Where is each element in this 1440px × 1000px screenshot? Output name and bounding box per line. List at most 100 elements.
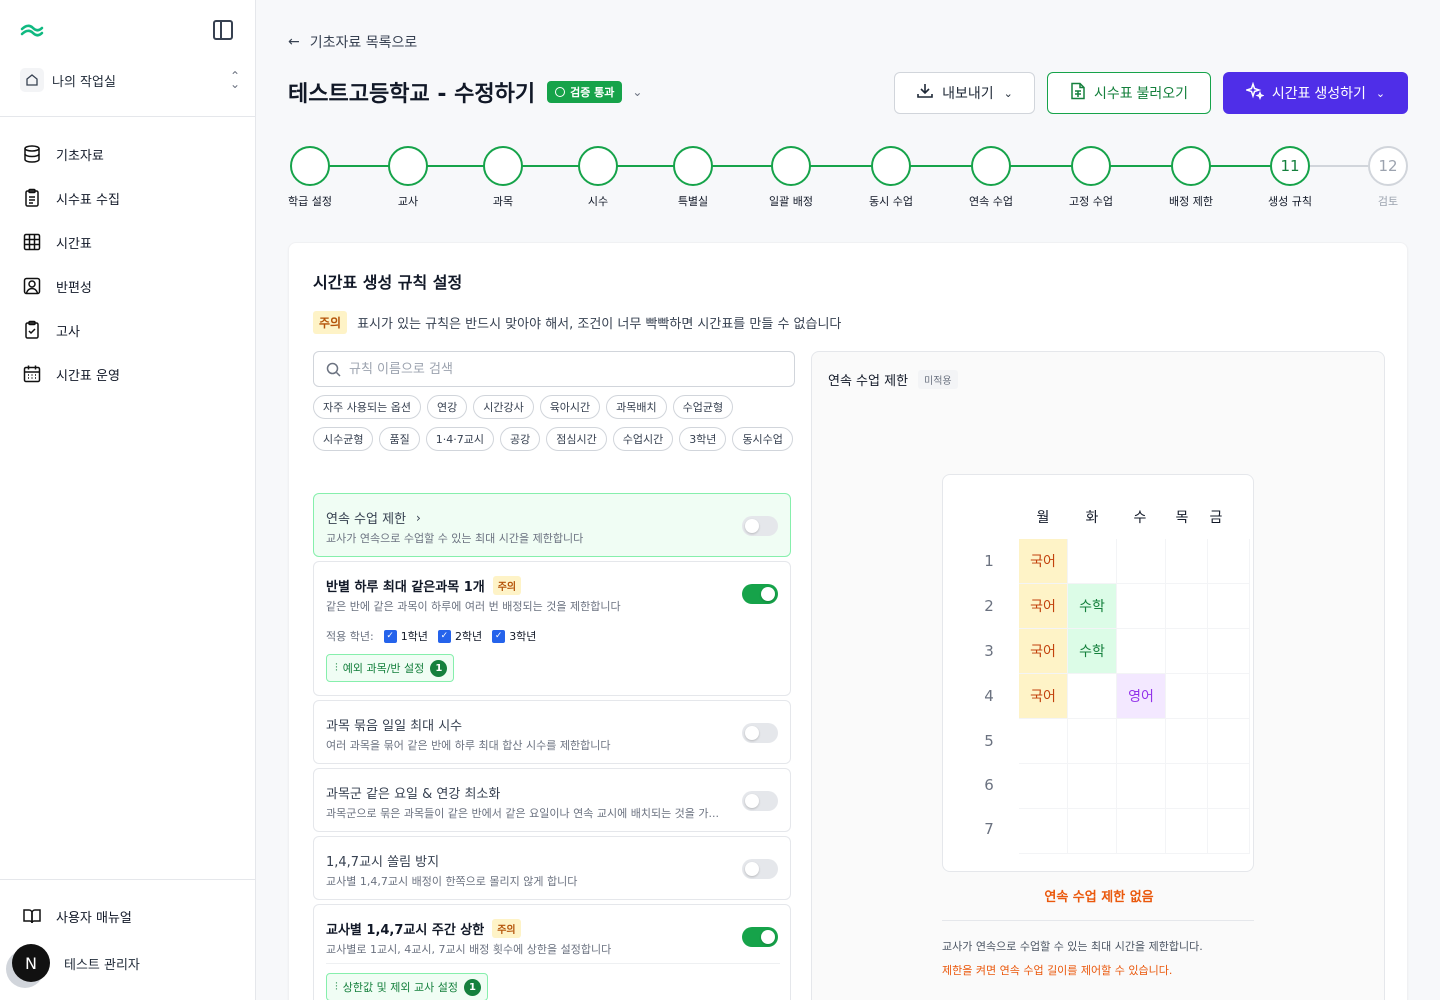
timetable-cell	[1068, 764, 1117, 809]
user-name: 테스트 관리자	[64, 957, 140, 973]
app-logo-icon[interactable]	[20, 20, 44, 40]
grade-checkbox[interactable]: ✓	[383, 629, 397, 643]
sidebar-item-timetable[interactable]: 시간표	[20, 220, 240, 264]
step-class-setup[interactable]: 학급 설정	[270, 146, 350, 209]
calendar-icon	[20, 362, 44, 386]
workspace-switcher[interactable]: 나의 작업실 ⌃ ⌄	[20, 64, 240, 96]
rule-toggle[interactable]	[742, 516, 778, 536]
section-title: 시간표 생성 규칙 설정	[313, 273, 463, 292]
exception-settings-label: 예외 과목/반 설정	[342, 662, 425, 675]
period-label: 2	[984, 597, 994, 615]
filter-chip[interactable]: 점심시간	[546, 427, 607, 451]
rule-item-subject-group-daily[interactable]: 과목 묶음 일일 최대 시수 여러 과목을 묶어 같은 반에 하루 최대 합산 …	[313, 700, 791, 764]
chevron-down-icon[interactable]: ⌄	[632, 85, 642, 99]
step-restrictions[interactable]: 배정 제한	[1151, 146, 1231, 209]
filter-chip[interactable]: 3학년	[679, 427, 727, 451]
notice: 주의 표시가 있는 규칙은 반드시 맞아야 해서, 조건이 너무 빡빡하면 시간…	[313, 311, 841, 334]
back-link[interactable]: ← 기초자료 목록으로	[288, 32, 417, 52]
exception-count-badge: 1	[463, 978, 481, 996]
rule-title-row: 연속 수업 제한 ›	[326, 508, 421, 528]
rule-title-row: 교사별 1,4,7교시 주간 상한 주의	[326, 919, 521, 938]
rules-card: 시간표 생성 규칙 설정 주의 표시가 있는 규칙은 반드시 맞아야 해서, 조…	[288, 242, 1408, 1000]
filter-chip[interactable]: 시간강사	[473, 395, 534, 419]
step-teachers[interactable]: 교사	[368, 146, 448, 209]
rule-toggle[interactable]	[742, 791, 778, 811]
rule-toggle[interactable]	[742, 584, 778, 604]
preview-title: 연속 수업 제한	[828, 374, 909, 389]
filter-chip[interactable]: 수업균형	[672, 395, 734, 419]
timetable-cell	[1201, 584, 1250, 629]
book-open-icon	[20, 904, 44, 928]
user-menu[interactable]: N 테스트 관리자	[12, 944, 140, 982]
workspace-name: 나의 작업실	[52, 74, 116, 90]
day-header: 월	[1036, 510, 1050, 526]
filter-chip[interactable]: 공강	[499, 427, 541, 451]
filter-chip[interactable]: 시수균형	[313, 427, 374, 451]
sidebar-item-hours-collect[interactable]: 시수표 수집	[20, 176, 240, 220]
period-label: 4	[984, 687, 994, 705]
sidebar-collapse-icon[interactable]	[213, 20, 233, 40]
grade-checkbox[interactable]: ✓	[437, 629, 451, 643]
step-label: 일괄 배정	[769, 195, 813, 208]
filter-chip[interactable]: 연강	[426, 395, 468, 419]
grades-label: 적용 학년:	[326, 630, 374, 643]
step-circle	[871, 146, 911, 186]
preview-hint: 제한을 켜면 연속 수업 길이를 제어할 수 있습니다.	[942, 964, 1173, 977]
step-generation-rules[interactable]: 11 생성 규칙	[1250, 146, 1330, 209]
filter-chip[interactable]: 동시수업	[732, 427, 793, 451]
export-button[interactable]: 내보내기 ⌄	[894, 72, 1035, 114]
filter-chip[interactable]: 수업시간	[612, 427, 674, 451]
grid-icon	[20, 230, 44, 254]
rule-toggle[interactable]	[742, 859, 778, 879]
sidebar-item-manual[interactable]: 사용자 매뉴얼	[20, 894, 240, 938]
rule-item-daily-same-subject[interactable]: 반별 하루 최대 같은과목 1개 주의 같은 반에 같은 과목이 하루에 여러 …	[313, 561, 791, 696]
filter-chip[interactable]: 1·4·7교시	[425, 427, 494, 451]
timetable-cell: 수학	[1068, 629, 1117, 674]
rule-search-input[interactable]	[349, 361, 749, 377]
sidebar-item-basic-data[interactable]: 기초자료	[20, 132, 240, 176]
step-label: 시수	[587, 195, 609, 208]
sidebar-nav: 기초자료 시수표 수집 시간표 반편성 고사 시간표 운영	[20, 132, 240, 396]
sidebar-item-timetable-ops[interactable]: 시간표 운영	[20, 352, 240, 396]
filter-chip[interactable]: 육아시간	[539, 395, 601, 419]
timetable-cell: 국어	[1019, 584, 1068, 629]
step-special-rooms[interactable]: 특별실	[653, 146, 733, 209]
step-bulk-assign[interactable]: 일괄 배정	[751, 146, 831, 209]
step-subjects[interactable]: 과목	[463, 146, 543, 209]
exception-settings-button[interactable]: ⫶ 예외 과목/반 설정 1	[326, 654, 455, 682]
rule-item-consecutive-limit[interactable]: 연속 수업 제한 › 교사가 연속으로 수업할 수 있는 최대 시간을 제한합니…	[313, 493, 791, 557]
step-simultaneous[interactable]: 동시 수업	[851, 146, 931, 209]
generate-timetable-button[interactable]: 시간표 생성하기 ⌄	[1223, 72, 1408, 114]
timetable-cell	[1068, 719, 1117, 764]
step-circle: 12	[1368, 146, 1408, 186]
step-consecutive[interactable]: 연속 수업	[951, 146, 1031, 209]
title-row: 테스트고등학교 - 수정하기 검증 통과 ⌄	[288, 76, 642, 108]
day-header: 금	[1209, 510, 1223, 526]
rule-item-147-weekly-cap[interactable]: 교사별 1,4,7교시 주간 상한 주의 교사별로 1교시, 4교시, 7교시 …	[313, 904, 791, 1000]
import-hours-button[interactable]: 시수표 불러오기	[1047, 72, 1211, 114]
exception-count-badge: 1	[430, 659, 448, 677]
sidebar-item-label: 사용자 매뉴얼	[56, 910, 132, 926]
step-review[interactable]: 12 검토	[1348, 146, 1428, 209]
warning-tag: 주의	[492, 919, 521, 938]
step-fixed[interactable]: 고정 수업	[1051, 146, 1131, 209]
filter-chip[interactable]: 과목배치	[606, 395, 667, 419]
rule-toggle[interactable]	[742, 723, 778, 743]
sidebar-item-label: 기초자료	[56, 148, 104, 164]
timetable-cell: 수학	[1068, 584, 1117, 629]
filter-chip[interactable]: 자주 사용되는 옵션	[313, 395, 421, 419]
rule-divider	[326, 963, 780, 964]
check-circle-icon	[555, 87, 566, 97]
step-hours[interactable]: 시수	[558, 146, 638, 209]
arrow-left-icon: ←	[288, 34, 300, 50]
validation-badge-label: 검증 통과	[570, 86, 615, 99]
sidebar-item-label: 반편성	[56, 280, 92, 296]
filter-chip[interactable]: 품질	[379, 427, 420, 451]
sidebar-item-class-assign[interactable]: 반편성	[20, 264, 240, 308]
rule-item-147-balance[interactable]: 1,4,7교시 쏠림 방지 교사별 1,4,7교시 배정이 한쪽으로 몰리지 않…	[313, 836, 791, 900]
rule-item-subject-group-same-day[interactable]: 과목군 같은 요일 & 연강 최소화 과목군으로 묶은 과목들이 같은 반에서 …	[313, 768, 791, 832]
cap-settings-button[interactable]: ⫶ 상한값 및 제외 교사 설정 1	[326, 973, 488, 1000]
grade-checkbox[interactable]: ✓	[492, 629, 506, 643]
sidebar-item-exam[interactable]: 고사	[20, 308, 240, 352]
rule-toggle[interactable]	[742, 927, 778, 947]
